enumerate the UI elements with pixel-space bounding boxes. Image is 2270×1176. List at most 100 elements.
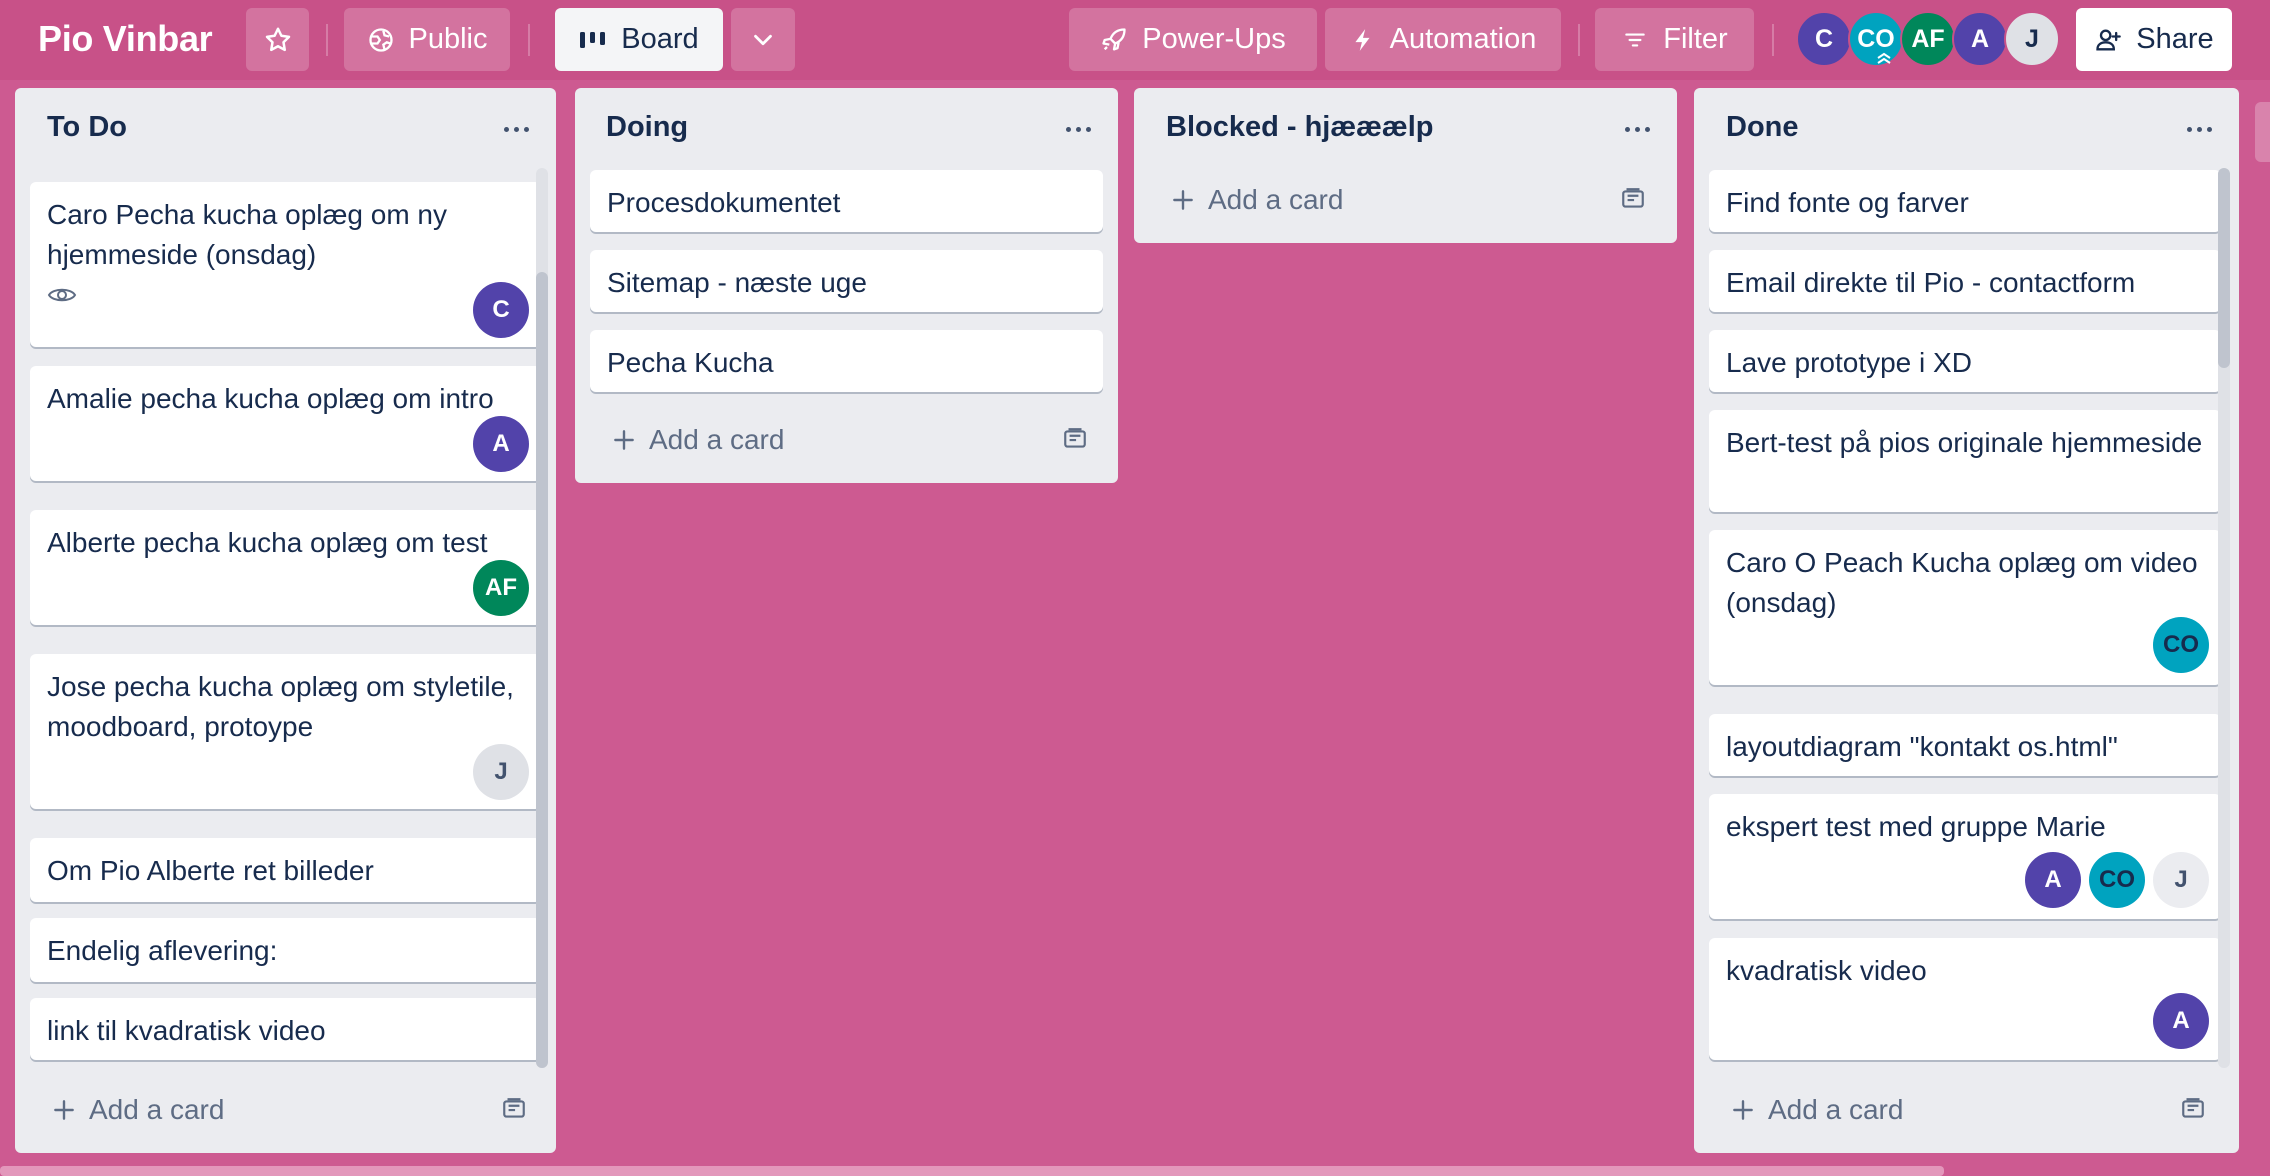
globe-icon — [368, 27, 393, 52]
header-divider — [326, 24, 328, 56]
card[interactable]: Jose pecha kucha oplæg om styletile, moo… — [30, 654, 541, 809]
admin-chevron-icon — [1877, 52, 1891, 64]
rocket-icon — [1102, 27, 1126, 50]
add-card-button[interactable]: Add a card — [611, 410, 784, 470]
add-card-button[interactable]: Add a card — [1730, 1080, 1903, 1140]
card[interactable]: layoutdiagram "kontakt os.html" — [1709, 714, 2221, 776]
member-avatar[interactable]: A — [1952, 11, 2008, 67]
card-title: Endelig aflevering: — [47, 935, 278, 966]
card-title: Pecha Kucha — [607, 347, 774, 378]
filter-label: Filter — [1663, 23, 1728, 55]
card-member-avatar[interactable]: A — [2025, 852, 2081, 908]
card-title: kvadratisk video — [1726, 955, 1927, 986]
card-title: ekspert test med gruppe Marie — [1726, 811, 2106, 842]
star-board-button[interactable] — [246, 8, 309, 71]
chevron-down-icon — [754, 34, 772, 45]
card-template-icon[interactable] — [1620, 186, 1646, 212]
card-title: Jose pecha kucha oplæg om styletile, moo… — [47, 671, 514, 742]
scrollbar-thumb[interactable] — [2218, 168, 2230, 368]
powerups-button[interactable]: Power-Ups — [1069, 8, 1317, 71]
card-title: Procesdokumentet — [607, 187, 841, 218]
scrollbar-thumb[interactable] — [536, 272, 548, 1068]
list-scrollbar[interactable] — [536, 168, 548, 1068]
card-title: Amalie pecha kucha oplæg om intro — [47, 383, 494, 414]
card[interactable]: kvadratisk video A — [1709, 938, 2221, 1060]
visibility-button[interactable]: Public — [344, 8, 510, 71]
card[interactable]: Sitemap - næste uge — [590, 250, 1103, 312]
board-view-button[interactable]: Board — [555, 8, 723, 71]
automation-label: Automation — [1389, 23, 1537, 55]
plus-icon — [54, 1100, 74, 1120]
card-member-avatar[interactable]: CO — [2153, 617, 2209, 673]
board-title[interactable]: Pio Vinbar — [38, 18, 213, 60]
list-title[interactable]: Done — [1726, 111, 1799, 144]
card-member-avatar[interactable]: A — [473, 416, 529, 472]
list-title[interactable]: Doing — [606, 111, 688, 144]
list-menu-button[interactable] — [2181, 114, 2217, 144]
view-switcher-button[interactable] — [731, 8, 795, 71]
card-title: Email direkte til Pio - contactform — [1726, 267, 2136, 298]
card[interactable]: Caro Pecha kucha oplæg om ny hjemmeside … — [30, 182, 541, 347]
filter-button[interactable]: Filter — [1595, 8, 1754, 71]
card-member-avatar[interactable]: CO — [2089, 852, 2145, 908]
card-template-icon[interactable] — [1062, 426, 1088, 452]
card[interactable]: Lave prototype i XD — [1709, 330, 2221, 392]
list-todo: To Do Caro Pecha kucha oplæg om ny hjemm… — [15, 88, 556, 1153]
card[interactable]: Find fonte og farver — [1709, 170, 2221, 232]
list-title[interactable]: To Do — [47, 111, 127, 144]
board-horizontal-scrollbar[interactable] — [0, 1166, 1944, 1176]
card-member-avatar[interactable]: AF — [473, 560, 529, 616]
list-header: Doing — [575, 88, 1118, 168]
card[interactable]: Alberte pecha kucha oplæg om test AF — [30, 510, 541, 625]
next-list-stub[interactable] — [2255, 102, 2270, 162]
powerups-label: Power-Ups — [1142, 23, 1286, 55]
card-member-avatar[interactable]: J — [473, 744, 529, 800]
add-card-label: Add a card — [89, 1094, 225, 1125]
add-card-button[interactable]: Add a card — [1170, 170, 1343, 230]
card[interactable]: Amalie pecha kucha oplæg om intro A — [30, 366, 541, 481]
header-divider — [1578, 24, 1580, 56]
list-done: Done Find fonte og farver Email direkte … — [1694, 88, 2239, 1153]
card-title: Bert-test på pios originale hjemmeside — [1726, 427, 2203, 458]
card-title: Caro O Peach Kucha oplæg om video (onsda… — [1726, 547, 2198, 618]
list-scrollbar[interactable] — [2218, 168, 2230, 1068]
card-title: layoutdiagram "kontakt os.html" — [1726, 731, 2118, 762]
card-template-icon[interactable] — [501, 1096, 527, 1122]
card-title: Caro Pecha kucha oplæg om ny hjemmeside … — [47, 199, 447, 270]
card-member-avatar[interactable]: C — [473, 282, 529, 338]
card-title: link til kvadratisk video — [47, 1015, 326, 1046]
card[interactable]: Caro O Peach Kucha oplæg om video (onsda… — [1709, 530, 2221, 685]
card[interactable]: Email direkte til Pio - contactform — [1709, 250, 2221, 312]
list-title[interactable]: Blocked - hjææælp — [1166, 111, 1434, 144]
list-menu-button[interactable] — [1060, 114, 1096, 144]
list-menu-button[interactable] — [498, 114, 534, 144]
share-button[interactable]: Share — [2076, 8, 2232, 71]
card[interactable]: Endelig aflevering: — [30, 918, 541, 982]
card-template-icon[interactable] — [2180, 1096, 2206, 1122]
list-header: Done — [1694, 88, 2239, 168]
add-card-label: Add a card — [1768, 1094, 1904, 1125]
list-header: To Do — [15, 88, 556, 168]
add-card-button[interactable]: Add a card — [51, 1080, 224, 1140]
member-avatar[interactable]: C — [1796, 11, 1852, 67]
card[interactable]: Bert-test på pios originale hjemmeside — [1709, 410, 2221, 512]
card[interactable]: Om Pio Alberte ret billeder — [30, 838, 541, 902]
list-blocked: Blocked - hjææælp Add a card — [1134, 88, 1677, 243]
card[interactable]: Procesdokumentet — [590, 170, 1103, 232]
card[interactable]: link til kvadratisk video — [30, 998, 541, 1060]
card[interactable]: ekspert test med gruppe Marie A CO J — [1709, 794, 2221, 919]
automation-button[interactable]: Automation — [1325, 8, 1561, 71]
plus-icon — [614, 430, 634, 450]
list-menu-button[interactable] — [1619, 114, 1655, 144]
header-divider — [1772, 24, 1774, 56]
card-title: Om Pio Alberte ret billeder — [47, 855, 374, 886]
member-avatar[interactable]: AF — [1900, 11, 1956, 67]
list-header: Blocked - hjææælp — [1134, 88, 1677, 168]
card[interactable]: Pecha Kucha — [590, 330, 1103, 392]
card-title: Find fonte og farver — [1726, 187, 1969, 218]
card-member-avatar[interactable]: J — [2153, 852, 2209, 908]
lightning-icon — [1355, 28, 1370, 51]
board-view-icon — [580, 31, 606, 48]
member-avatar[interactable]: J — [2004, 11, 2060, 67]
card-member-avatar[interactable]: A — [2153, 993, 2209, 1049]
